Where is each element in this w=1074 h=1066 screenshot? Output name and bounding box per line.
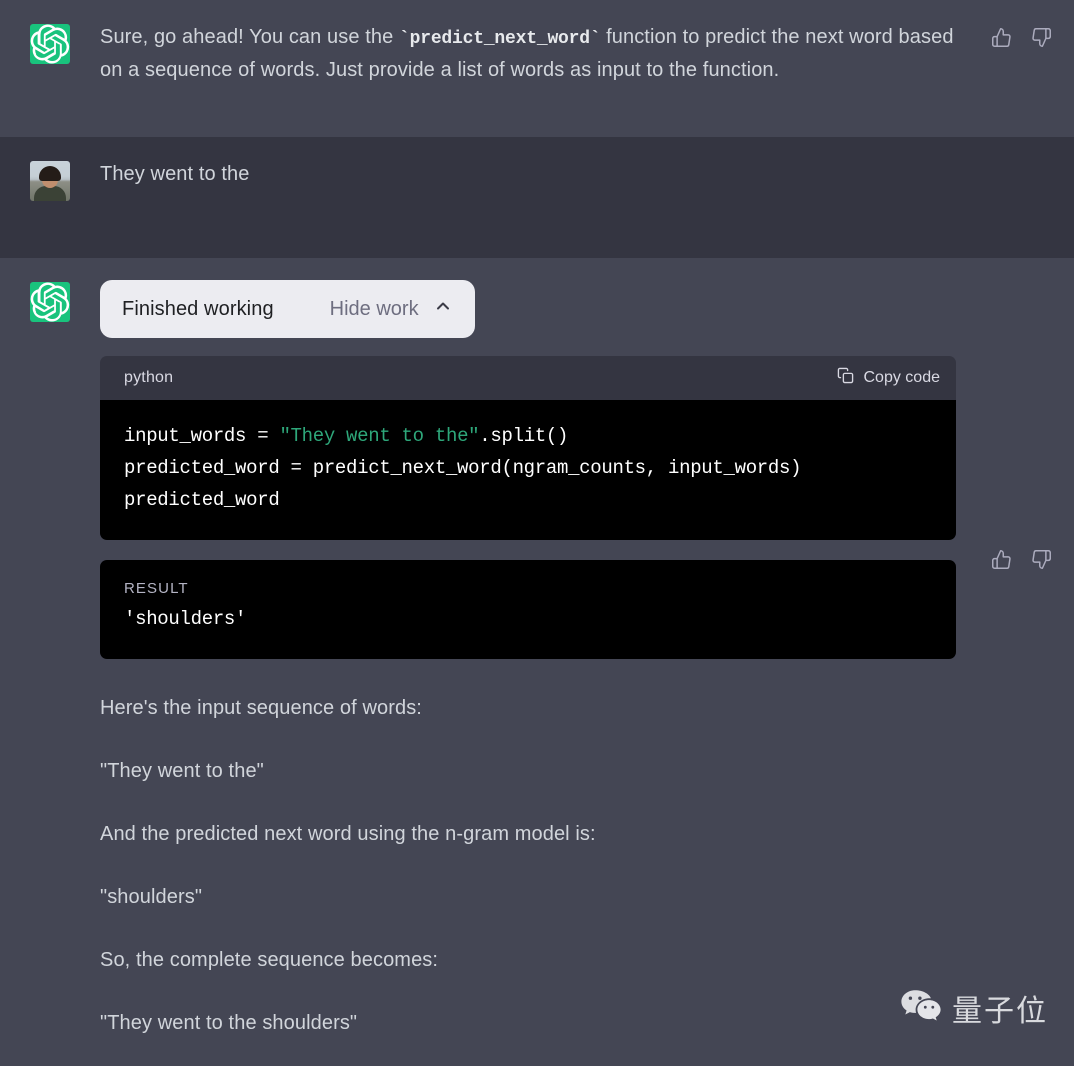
code-line1-string: "They went to the" bbox=[279, 425, 480, 447]
user-message-text: They went to the bbox=[100, 163, 250, 185]
assistant-2-paragraph-3: And the predicted next word using the n-… bbox=[100, 823, 596, 845]
code-block: python Copy code input_words = "They wen… bbox=[100, 356, 956, 540]
thumbs-up-icon[interactable] bbox=[990, 26, 1012, 48]
avatar-body-shape bbox=[34, 186, 66, 201]
assistant-1-text: Sure, go ahead! You can use the `predict… bbox=[100, 22, 954, 86]
code-language-label: python bbox=[124, 369, 174, 386]
message-content: Sure, go ahead! You can use the `predict… bbox=[100, 22, 1074, 115]
avatar-column bbox=[0, 22, 100, 115]
result-block: RESULT 'shoulders' bbox=[100, 560, 956, 659]
code-block-body[interactable]: input_words = "They went to the".split()… bbox=[100, 400, 956, 540]
message-content: Finished working Hide work python Copy c… bbox=[100, 280, 1074, 1039]
clipboard-icon bbox=[837, 367, 854, 389]
result-value: 'shoulders' bbox=[124, 608, 247, 630]
thumbs-down-icon[interactable] bbox=[1030, 548, 1052, 570]
avatar-column bbox=[0, 280, 100, 1039]
openai-logo-icon bbox=[30, 282, 70, 322]
watermark-text: 量子位 bbox=[952, 994, 1048, 1029]
code-line2: predicted_word = predict_next_word(ngram… bbox=[124, 457, 802, 479]
wechat-icon bbox=[900, 988, 942, 1029]
assistant-2-paragraph-1: Here's the input sequence of words: bbox=[100, 697, 422, 719]
thumbs-down-icon[interactable] bbox=[1030, 26, 1052, 48]
hide-work-toggle[interactable]: Hide work bbox=[330, 296, 453, 322]
chevron-up-icon bbox=[433, 296, 453, 322]
watermark: 量子位 bbox=[900, 986, 1048, 1030]
chat-thread: Sure, go ahead! You can use the `predict… bbox=[0, 0, 1074, 1066]
assistant-2-paragraph-4: "shoulders" bbox=[100, 886, 203, 908]
copy-code-label: Copy code bbox=[863, 369, 941, 386]
thumbs-up-icon[interactable] bbox=[990, 548, 1012, 570]
feedback-controls-2 bbox=[990, 548, 1052, 570]
code-line1-prefix: input_words = bbox=[124, 425, 280, 447]
finished-working-label: Finished working bbox=[122, 297, 274, 320]
message-assistant-2: Finished working Hide work python Copy c… bbox=[0, 258, 1074, 1066]
message-assistant-1: Sure, go ahead! You can use the `predict… bbox=[0, 0, 1074, 137]
avatar-column bbox=[0, 159, 100, 236]
code-block-header: python Copy code bbox=[100, 356, 956, 400]
assistant-2-paragraph-5: So, the complete sequence becomes: bbox=[100, 949, 439, 971]
user-photo-avatar bbox=[30, 161, 70, 201]
code-line3: predicted_word bbox=[124, 489, 280, 511]
assistant-2-paragraph-6: "They went to the shoulders" bbox=[100, 1012, 358, 1034]
avatar-hair-shape bbox=[39, 166, 61, 181]
code-line1-suffix: .split() bbox=[479, 425, 569, 447]
inline-code-predict-next-word: `predict_next_word` bbox=[399, 29, 601, 49]
assistant-2-paragraph-2: "They went to the" bbox=[100, 760, 264, 782]
message-content: They went to the bbox=[100, 159, 1074, 236]
openai-logo-icon bbox=[30, 24, 70, 64]
hide-work-label: Hide work bbox=[329, 297, 419, 320]
message-user-1: They went to the bbox=[0, 137, 1074, 258]
copy-code-button[interactable]: Copy code bbox=[837, 367, 941, 389]
assistant-1-text-before: Sure, go ahead! You can use the bbox=[100, 26, 400, 48]
result-label: RESULT bbox=[124, 580, 189, 597]
feedback-controls-1 bbox=[990, 26, 1052, 48]
finished-working-pill[interactable]: Finished working Hide work bbox=[100, 280, 475, 338]
